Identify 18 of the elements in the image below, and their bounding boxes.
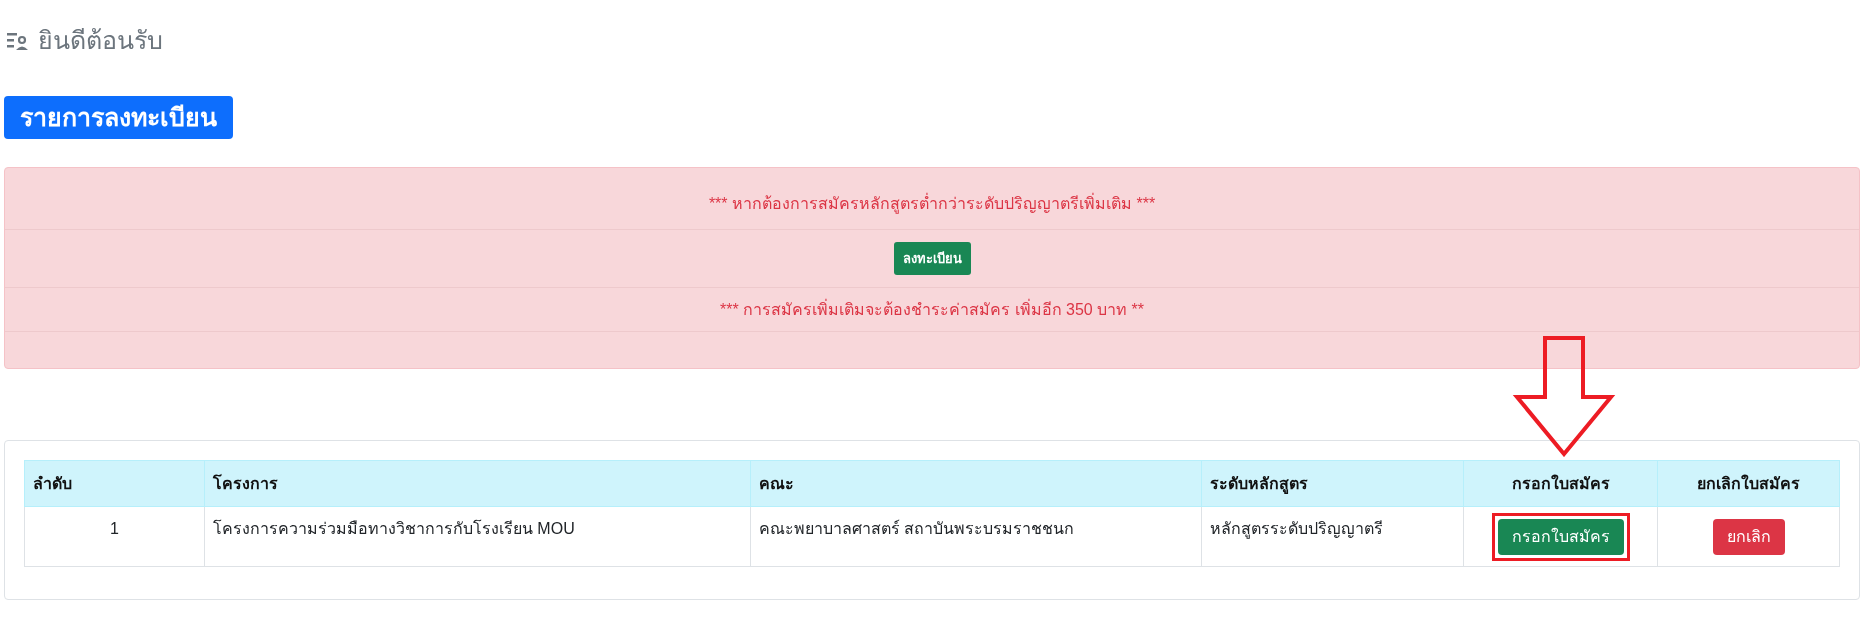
registration-list-button[interactable]: รายการลงทะเบียน: [4, 95, 233, 139]
down-arrow-icon: [1512, 335, 1616, 457]
column-header: ยกเลิกใบสมัคร: [1657, 460, 1840, 507]
column-header: ระดับหลักสูตร: [1201, 460, 1464, 507]
column-header: ลำดับ: [24, 460, 205, 507]
table-cell: โครงการความร่วมมือทางวิชาการกับโรงเรียน MOU: [204, 506, 751, 567]
table-cell: หลักสูตรระดับปริญญาตรี: [1201, 506, 1464, 567]
fee-notice: *** การสมัครเพิ่มเติมจะต้องชำระค่าสมัคร เพิ่มอีก 350 บาท **: [5, 288, 1859, 332]
page-title: ยินดีต้อนรับ: [38, 25, 163, 56]
alert-message: *** หากต้องการสมัครหลักสูตรต่ำกว่าระดับปริญญาตรีเพิ่มเติม ***: [5, 192, 1859, 230]
register-button[interactable]: ลงทะเบียน: [893, 241, 971, 276]
column-header: โครงการ: [204, 460, 751, 507]
column-header: กรอกใบสมัคร: [1463, 460, 1658, 507]
cancel-button[interactable]: ยกเลิก: [1712, 518, 1785, 555]
fill-application-button[interactable]: กรอกใบสมัคร: [1497, 518, 1624, 555]
column-header: คณะ: [750, 460, 1202, 507]
table-cell: 1: [24, 506, 205, 567]
table-cell: คณะพยาบาลศาสตร์ สถาบันพระบรมราชชนก: [750, 506, 1202, 567]
